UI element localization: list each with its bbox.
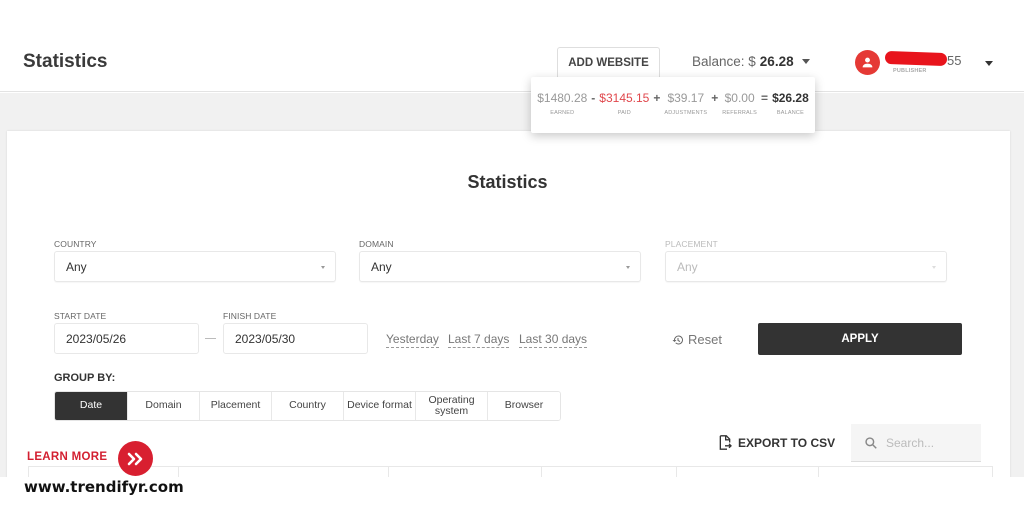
website-url: www.trendifyr.com — [24, 478, 184, 496]
add-website-button[interactable]: ADD WEBSITE — [557, 47, 660, 77]
user-menu[interactable]: 55 PUBLISHER — [855, 50, 995, 80]
app-title: Statistics — [23, 51, 108, 72]
balance-value: $26.28 — [772, 91, 809, 105]
reset-button[interactable]: Reset — [672, 332, 722, 347]
export-file-icon — [719, 435, 732, 450]
balance-label: BALANCE — [776, 110, 804, 116]
paid-label: PAID — [617, 110, 631, 116]
adjustments-item: $39.17 ADJUSTMENTS — [664, 91, 707, 116]
group-tab-country[interactable]: Country — [272, 392, 344, 420]
start-date-input[interactable]: 2023/05/26 — [54, 323, 199, 354]
plus-operator: + — [653, 91, 661, 105]
earned-item: $1480.28 EARNED — [537, 91, 587, 116]
group-tab-operating-system[interactable]: Operating system — [416, 392, 488, 420]
balance-breakdown-popup: $1480.28 EARNED - $3145.15 PAID + $39.17… — [531, 77, 815, 133]
domain-select[interactable]: Any — [359, 251, 641, 282]
group-tab-browser[interactable]: Browser — [488, 392, 560, 420]
quick-link-yesterday[interactable]: Yesterday — [386, 332, 439, 348]
equals-operator: = — [761, 91, 769, 105]
search-input[interactable] — [886, 435, 976, 450]
chevron-down-icon — [985, 61, 993, 66]
user-role: PUBLISHER — [893, 68, 927, 74]
minus-operator: - — [591, 91, 596, 105]
redacted-username — [884, 50, 948, 67]
paid-item: $3145.15 PAID — [599, 91, 649, 116]
group-tab-device-format[interactable]: Device format — [344, 392, 416, 420]
domain-value: Any — [371, 259, 392, 274]
balance-dropdown[interactable]: Balance: $ 26.28 — [692, 54, 810, 69]
group-tab-date[interactable]: Date — [55, 392, 128, 420]
earned-label: EARNED — [550, 110, 575, 116]
learn-more-button[interactable] — [118, 441, 153, 476]
dropdown-arrow-icon — [626, 266, 630, 269]
paid-value: $3145.15 — [599, 91, 650, 105]
avatar — [855, 50, 880, 75]
domain-label: DOMAIN — [359, 239, 394, 249]
reset-icon — [672, 335, 683, 344]
placement-label: PLACEMENT — [665, 239, 718, 249]
search-box[interactable] — [851, 424, 981, 462]
export-csv-button[interactable]: EXPORT TO CSV — [717, 434, 835, 451]
country-select[interactable]: Any — [54, 251, 336, 282]
export-label: EXPORT TO CSV — [738, 435, 836, 450]
user-icon — [862, 57, 873, 68]
username-suffix: 55 — [947, 53, 962, 68]
referrals-value: $0.00 — [724, 91, 755, 105]
group-tab-domain[interactable]: Domain — [128, 392, 200, 420]
dropdown-arrow-icon — [321, 266, 325, 269]
quick-link-last-7-days[interactable]: Last 7 days — [448, 332, 510, 348]
dropdown-arrow-icon — [932, 266, 936, 269]
chevron-down-icon — [801, 59, 810, 64]
balance-amount: 26.28 — [759, 54, 794, 69]
placement-value: Any — [677, 259, 698, 274]
top-bar: Statistics ADD WEBSITE Balance: $ 26.28 … — [0, 0, 1024, 92]
search-icon — [865, 436, 877, 449]
referrals-item: $0.00 REFERRALS — [722, 91, 757, 116]
learn-more-link[interactable]: LEARN MORE — [27, 451, 107, 463]
balance-item: $26.28 BALANCE — [772, 91, 809, 116]
plus-operator: + — [711, 91, 719, 105]
page-title: Statistics — [467, 172, 548, 192]
apply-button[interactable]: APPLY — [758, 323, 962, 355]
finish-date-input[interactable]: 2023/05/30 — [223, 323, 368, 354]
referrals-label: REFERRALS — [722, 110, 758, 116]
date-range-dash — [205, 338, 216, 339]
quick-link-last-30-days[interactable]: Last 30 days — [519, 332, 588, 348]
start-date-label: START DATE — [54, 311, 107, 321]
group-tab-placement[interactable]: Placement — [200, 392, 272, 420]
group-by-label: GROUP BY: — [54, 372, 116, 384]
balance-label: Balance: $ — [692, 54, 756, 69]
finish-date-label: FINISH DATE — [223, 311, 277, 321]
adjustments-value: $39.17 — [667, 91, 705, 105]
group-by-tabs: Date Domain Placement Country Device for… — [54, 391, 561, 421]
adjustments-label: ADJUSTMENTS — [664, 110, 708, 116]
reset-label: Reset — [688, 332, 722, 347]
country-value: Any — [66, 259, 87, 274]
double-chevron-right-icon — [127, 452, 142, 465]
earned-value: $1480.28 — [537, 91, 588, 105]
placement-select: Any — [665, 251, 947, 282]
country-label: COUNTRY — [54, 239, 97, 249]
